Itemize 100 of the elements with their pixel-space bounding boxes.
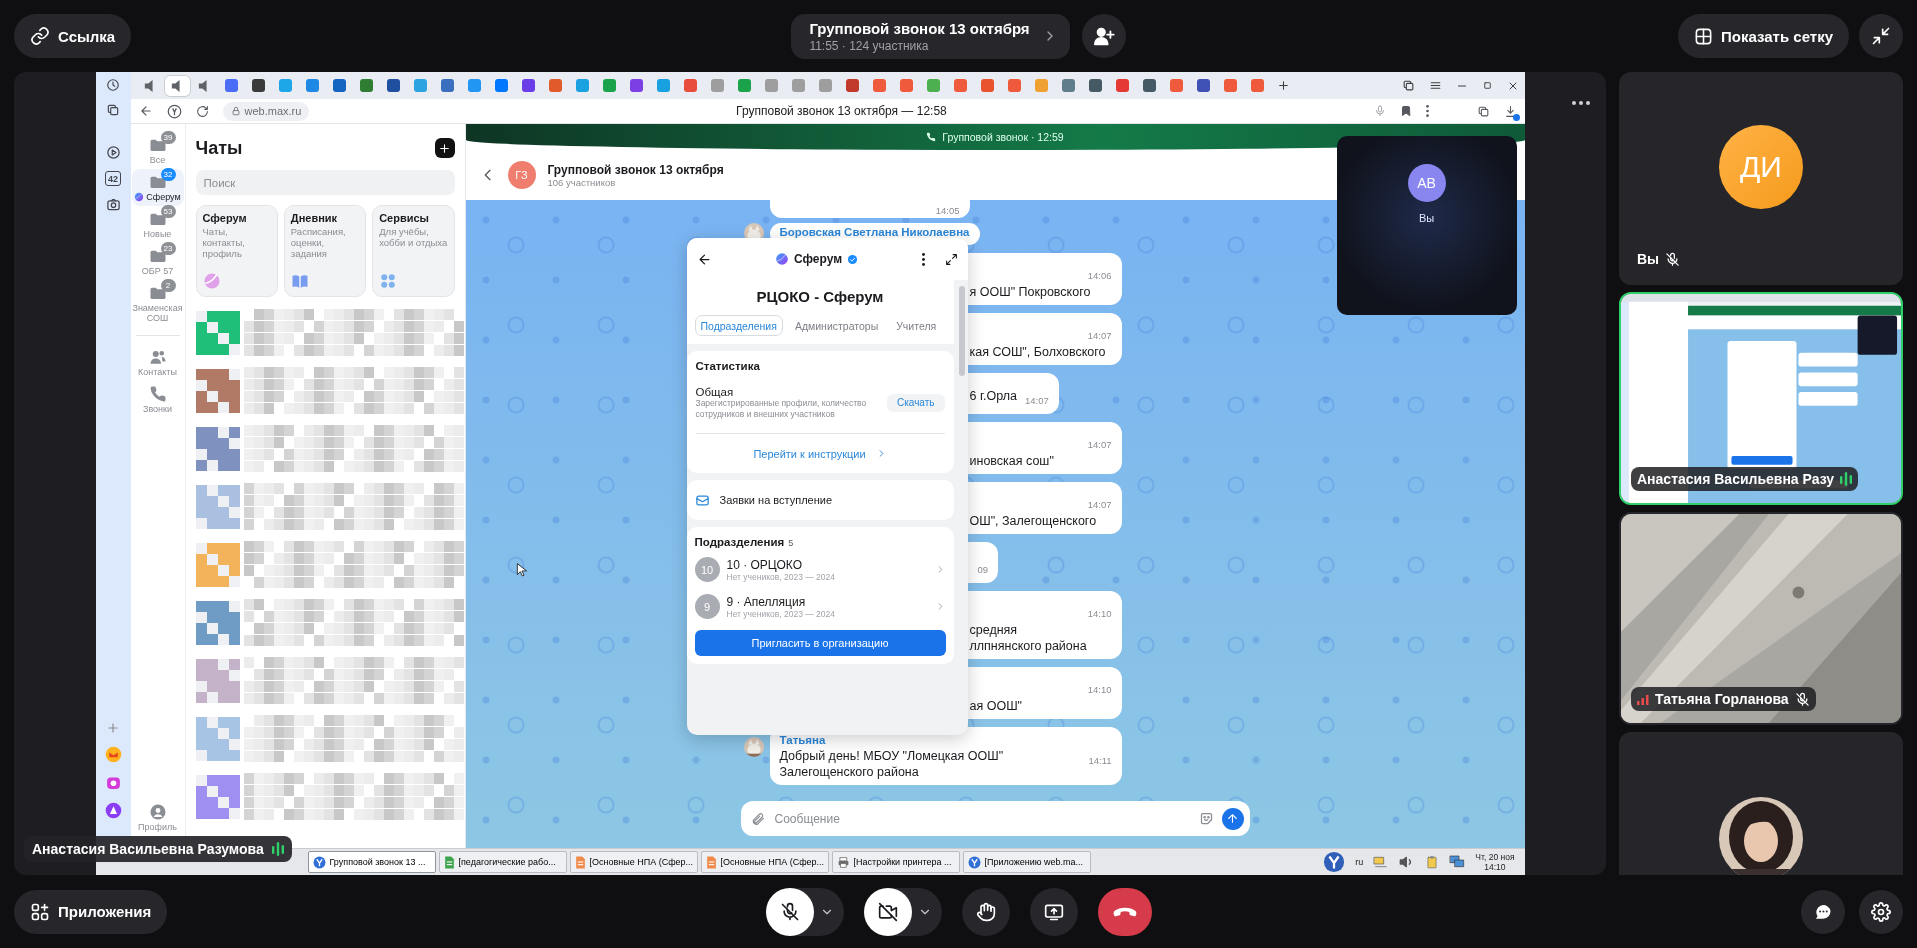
sticker-icon[interactable] <box>1198 811 1214 826</box>
hang-up-button[interactable] <box>1097 887 1152 936</box>
participant-tile[interactable]: Татьяна Горланова <box>1619 512 1903 725</box>
requests-item[interactable]: Заявки на вступление <box>686 480 954 520</box>
message-input[interactable]: Сообщение <box>772 810 1191 827</box>
message-time: 14:07 <box>1024 394 1049 408</box>
document-icon <box>443 855 455 869</box>
download-button[interactable]: Скачать <box>887 393 945 412</box>
taskbar-item[interactable]: [Настройки принтера ... <box>831 851 960 873</box>
search-field[interactable]: Поиск <box>195 170 455 195</box>
message-author: Татьяна <box>779 733 827 748</box>
clock-icon[interactable] <box>106 78 120 92</box>
message-time: 14:07 <box>1086 438 1112 452</box>
menu-icon[interactable] <box>1428 79 1442 92</box>
nav-item[interactable]: 53 Новые <box>131 206 184 243</box>
participant-tile[interactable]: ДИ Вы <box>1619 72 1903 285</box>
browser-icon[interactable] <box>1323 851 1346 873</box>
lock-icon <box>230 106 241 116</box>
more-icon[interactable] <box>1425 105 1429 117</box>
taskbar-date: Чт, 20 ноя <box>1475 852 1515 862</box>
mail-icon <box>694 492 710 508</box>
unit-item[interactable]: 10 10 · ОРЦОКО Нет учеников, 2023 — 2024 <box>694 554 946 585</box>
tab-list-icon[interactable] <box>1401 79 1415 92</box>
call-banner[interactable]: Групповой звонок · 12:59 <box>465 124 1525 150</box>
chat-button[interactable] <box>1801 889 1845 934</box>
apps-button[interactable]: Приложения <box>14 889 168 934</box>
tab[interactable]: Администраторы <box>788 315 885 336</box>
nav-item[interactable]: 32 Сферум <box>131 169 184 206</box>
extensions-icon[interactable] <box>1476 104 1490 118</box>
restore-icon[interactable] <box>1481 80 1493 91</box>
participant-name: Анастасия Васильевна Разу <box>1637 471 1835 487</box>
service-card[interactable]: Сервисы Для учёбы, хобби и отдыха <box>372 205 455 297</box>
link-button[interactable]: Ссылка <box>14 14 132 58</box>
new-tab-icon[interactable] <box>1276 79 1290 92</box>
keyboard-layout[interactable]: ru <box>1355 857 1364 867</box>
reload-icon[interactable] <box>195 104 209 118</box>
attach-icon[interactable] <box>750 811 765 826</box>
card-title: Сервисы <box>379 212 430 224</box>
service-card[interactable]: Дневник Расписания, оценки, задания <box>283 205 367 297</box>
nav-item[interactable]: 23 ОБР 57 <box>131 243 184 280</box>
taskbar-item[interactable]: [Основные НПА (Сфер... <box>700 851 829 873</box>
unread-count: 39 <box>160 131 176 144</box>
nav-item[interactable]: Профиль <box>131 799 184 836</box>
document-icon <box>705 855 717 869</box>
display-icon[interactable] <box>1449 854 1466 870</box>
nav-item[interactable]: 2 Знаменская СОШ <box>131 280 184 327</box>
network-icon[interactable] <box>1373 854 1390 870</box>
settings-button[interactable] <box>1859 889 1903 934</box>
show-grid-button[interactable]: Показать сетку <box>1678 14 1849 58</box>
clipboard-icon[interactable] <box>1425 855 1440 869</box>
taskbar-item[interactable]: [Основные НПА (Сфер... <box>569 851 698 873</box>
assistant-icon[interactable] <box>104 802 122 819</box>
nav-label: ОБР 57 <box>141 266 174 276</box>
participant-tile[interactable]: Анастасия Васильевна Разу <box>1619 292 1903 505</box>
nav-item[interactable]: Звонки <box>131 381 184 418</box>
tab[interactable]: Учителя <box>890 315 943 336</box>
call-title-button[interactable]: Групповой звонок 13 октября 11:55 · 124 участника <box>791 13 1070 59</box>
collapse-button[interactable] <box>1859 14 1903 58</box>
invite-button[interactable]: Пригласить в организацию <box>694 630 946 656</box>
play-icon[interactable] <box>105 145 121 160</box>
new-chat-button[interactable] <box>434 138 455 158</box>
message-text: Добрый день! МБОУ "Ломецкая ООШ" Залегощенского района <box>779 749 1004 779</box>
nav-label: Новые <box>143 229 172 239</box>
download-icon[interactable] <box>1503 104 1517 118</box>
card-subtitle: Чаты, контакты, профиль <box>202 226 246 259</box>
unit-info: Нет учеников, 2023 — 2024 <box>726 608 836 619</box>
camera-button[interactable] <box>863 887 912 936</box>
card-title: Сферум <box>202 212 248 224</box>
back-icon[interactable] <box>696 251 712 267</box>
card-title: Дневник <box>290 212 339 224</box>
message-time: 14:07 <box>1086 498 1112 512</box>
taskbar-clock[interactable]: Чт, 20 ноя 14:10 <box>1475 852 1521 872</box>
unit-info: Нет учеников, 2023 — 2024 <box>726 571 836 582</box>
bookmark-icon[interactable] <box>1399 105 1412 117</box>
counter-icon[interactable]: 42 <box>105 171 121 186</box>
more-icon[interactable] <box>921 252 925 266</box>
nav-item[interactable]: 39 Все <box>131 132 184 169</box>
instructions-link[interactable]: Перейти к инструкции <box>753 447 887 460</box>
call-info: 11:55 · 124 участника <box>809 37 930 54</box>
service-card[interactable]: Сферум Чаты, контакты, профиль <box>195 205 278 297</box>
taskbar-item[interactable]: [педагогические рабо... <box>438 851 567 873</box>
browser-tab[interactable] <box>163 74 191 97</box>
mail-app-icon[interactable] <box>104 746 122 763</box>
add-participant-button[interactable] <box>1081 14 1126 58</box>
taskbar-item[interactable]: Групповой звонок 13 ... <box>307 851 436 873</box>
microphone-button[interactable] <box>765 887 814 936</box>
browser-logo-icon[interactable] <box>166 103 182 119</box>
back-icon[interactable] <box>138 104 153 118</box>
tabs-icon[interactable] <box>106 103 120 117</box>
unit-item[interactable]: 9 9 · Апелляция Нет учеников, 2023 — 2024 <box>694 591 946 622</box>
section-title: Статистика <box>695 360 761 372</box>
url-field[interactable]: web.max.ru <box>222 101 310 121</box>
send-button[interactable] <box>1221 807 1244 830</box>
message-field[interactable]: Сообщение <box>740 801 1250 836</box>
nav-item[interactable]: Контакты <box>131 344 184 381</box>
camera-icon[interactable] <box>105 197 121 212</box>
taskbar-item[interactable]: [Приложению web.ma... <box>962 851 1091 873</box>
expand-icon[interactable] <box>944 252 958 266</box>
scrollbar[interactable] <box>958 286 965 376</box>
tab[interactable]: Подразделения <box>694 315 783 336</box>
